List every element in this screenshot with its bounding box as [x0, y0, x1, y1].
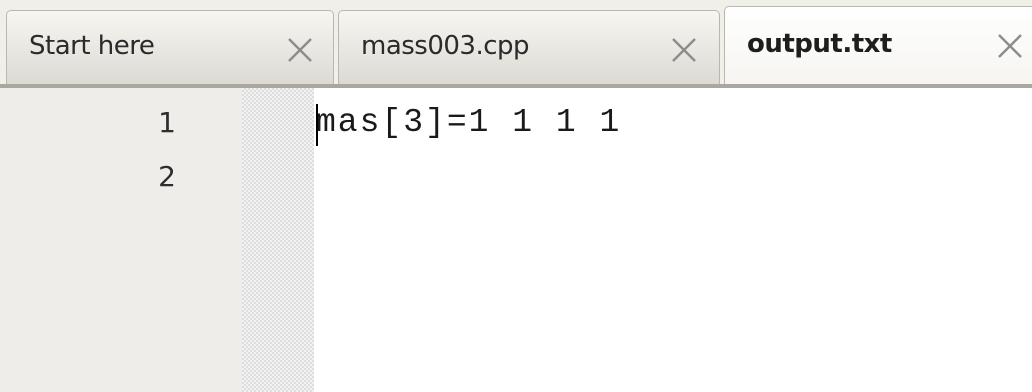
tab-bar: Start here mass003.cpp output.txt [0, 0, 1032, 88]
line-number: 1 [158, 106, 176, 139]
editor-window: Start here mass003.cpp output.txt 1 2 ma… [0, 0, 1032, 392]
tab-label: Start here [29, 31, 155, 61]
tab-label: mass003.cpp [361, 31, 530, 61]
close-icon[interactable] [669, 35, 699, 65]
code-line: mas[3]=1 1 1 1 [316, 104, 622, 141]
close-icon[interactable] [285, 35, 315, 65]
tab-start-here[interactable]: Start here [6, 10, 334, 84]
line-number: 2 [158, 160, 176, 193]
tab-mass003-cpp[interactable]: mass003.cpp [338, 10, 720, 84]
text-editing-area[interactable]: mas[3]=1 1 1 1 [314, 88, 1032, 392]
tab-label: output.txt [747, 29, 892, 59]
tab-output-txt[interactable]: output.txt [724, 6, 1032, 84]
line-number-gutter[interactable]: 1 2 [0, 88, 242, 392]
text-caret [316, 104, 318, 146]
close-icon[interactable] [995, 31, 1025, 61]
editor: 1 2 mas[3]=1 1 1 1 [0, 88, 1032, 392]
fold-margin[interactable] [242, 88, 314, 392]
